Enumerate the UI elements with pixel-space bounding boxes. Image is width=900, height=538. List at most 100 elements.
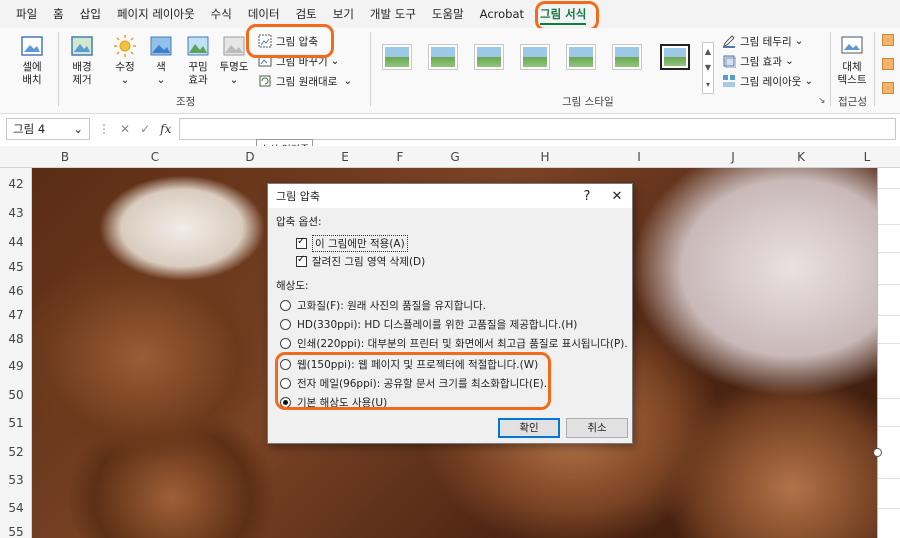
resolution-option-web[interactable]: 웹(150ppi): 웹 페이지 및 프로젝터에 적절합니다.(W) <box>280 357 538 372</box>
chevron-down-icon[interactable]: ▼ <box>705 63 711 72</box>
reset-picture-button[interactable]: 그림 원래대로 ⌄ <box>258 72 352 90</box>
column-header-h[interactable]: H <box>520 146 570 168</box>
ok-button[interactable]: 확인 <box>498 418 560 438</box>
tab-home[interactable]: 홈 <box>45 0 72 28</box>
remove-background-button[interactable]: 배경 제거 <box>64 34 100 87</box>
row-header[interactable]: 48 <box>0 327 32 351</box>
picture-style-6[interactable] <box>612 44 642 70</box>
picture-style-1[interactable] <box>382 44 412 70</box>
change-picture-button[interactable]: 그림 바꾸기 ⌄ <box>258 52 339 70</box>
radio-icon[interactable] <box>280 359 291 370</box>
picture-border-button[interactable]: 그림 테두리 ⌄ <box>722 32 803 50</box>
set-bg-button[interactable]: 셀에 배치 <box>14 34 50 87</box>
row-header[interactable]: 44 <box>0 230 32 254</box>
insert-function-button[interactable]: fx <box>160 122 171 136</box>
row-header[interactable]: 42 <box>0 172 32 196</box>
column-header-c[interactable]: C <box>130 146 180 168</box>
cancel-button[interactable]: 취소 <box>566 418 628 438</box>
compress-pictures-button[interactable]: 그림 압축 <box>258 32 318 50</box>
corrections-button[interactable]: 수정 ⌄ <box>108 34 142 87</box>
close-button[interactable]: ✕ <box>602 189 632 204</box>
delete-cropped-checkbox[interactable]: 잘려진 그림 영역 삭제(D) <box>296 254 425 269</box>
tab-help[interactable]: 도움말 <box>424 0 472 28</box>
tab-acrobat[interactable]: Acrobat <box>472 0 532 28</box>
compress-label: 그림 압축 <box>276 35 318 48</box>
artistic-effects-button[interactable]: 꾸밈 효과 <box>180 34 216 87</box>
picture-style-7[interactable] <box>660 44 690 70</box>
help-button[interactable]: ? <box>572 189 602 204</box>
dialog-launcher-icon[interactable]: ↘ <box>818 96 826 106</box>
arrange-icon[interactable] <box>882 34 894 46</box>
row-header[interactable]: 47 <box>0 303 32 327</box>
row-header[interactable]: 46 <box>0 279 32 303</box>
column-header-l[interactable]: L <box>842 146 892 168</box>
column-header-g[interactable]: G <box>430 146 480 168</box>
tab-data[interactable]: 데이터 <box>240 0 288 28</box>
remove-background-label: 배경 제거 <box>72 61 92 86</box>
picture-style-3[interactable] <box>474 44 504 70</box>
row-header[interactable]: 51 <box>0 411 32 435</box>
radio-selected-icon[interactable] <box>280 397 291 408</box>
chevron-down-icon[interactable]: ⌄ <box>73 122 83 136</box>
resolution-option-hifi[interactable]: 고화질(F): 원래 사진의 품질을 유지합니다. <box>280 298 486 313</box>
row-header[interactable]: 50 <box>0 383 32 407</box>
resize-handle[interactable] <box>873 448 882 457</box>
column-header-j[interactable]: J <box>708 146 758 168</box>
radio-icon[interactable] <box>280 300 291 311</box>
column-header-e[interactable]: E <box>320 146 370 168</box>
tab-developer[interactable]: 개발 도구 <box>362 0 424 28</box>
column-header-b[interactable]: B <box>40 146 90 168</box>
tab-page-layout[interactable]: 페이지 레이아웃 <box>109 0 203 28</box>
row-header[interactable]: 49 <box>0 354 32 378</box>
more-icon[interactable]: ⋮ <box>98 122 110 136</box>
row-header[interactable]: 55 <box>0 520 32 538</box>
resolution-option-print[interactable]: 인쇄(220ppi): 대부분의 프린터 및 화면에서 최고급 품질로 표시됩니… <box>280 336 628 351</box>
more-icon[interactable]: ▾ <box>706 80 710 89</box>
styles-gallery-scroll[interactable]: ▲ ▼ ▾ <box>702 42 714 94</box>
picture-layout-button[interactable]: 그림 레이아웃 ⌄ <box>722 72 813 90</box>
tab-file[interactable]: 파일 <box>8 0 45 28</box>
row-header[interactable]: 53 <box>0 468 32 492</box>
resolution-option-hd[interactable]: HD(330ppi): HD 디스플레이를 위한 고품질을 제공합니다.(H) <box>280 317 577 332</box>
resolution-option-default[interactable]: 기본 해상도 사용(U) <box>280 395 387 410</box>
checkbox-checked-icon[interactable] <box>296 236 307 249</box>
tab-review[interactable]: 검토 <box>288 0 325 28</box>
chevron-down-icon: ⌄ <box>330 55 340 67</box>
enter-icon[interactable]: ✓ <box>140 122 150 136</box>
row-header[interactable]: 45 <box>0 255 32 279</box>
picture-style-2[interactable] <box>428 44 458 70</box>
cancel-icon[interactable]: ✕ <box>120 122 130 136</box>
alt-text-button[interactable]: 대체 텍스트 <box>836 34 868 87</box>
apply-only-checkbox[interactable]: 이 그림에만 적용(A) <box>296 235 408 252</box>
picture-effects-button[interactable]: 그림 효과 ⌄ <box>722 52 794 70</box>
cell-column-l[interactable] <box>877 168 900 538</box>
delete-cropped-label: 잘려진 그림 영역 삭제(D) <box>312 256 426 268</box>
column-header-i[interactable]: I <box>614 146 664 168</box>
row-header[interactable]: 52 <box>0 440 32 464</box>
resolution-option-label: 고화질(F): 원래 사진의 품질을 유지합니다. <box>297 300 487 312</box>
formula-input[interactable] <box>179 118 896 140</box>
radio-icon[interactable] <box>280 319 291 330</box>
column-header-d[interactable]: D <box>225 146 275 168</box>
color-button[interactable]: 색 ⌄ <box>146 34 176 87</box>
tab-formulas[interactable]: 수식 <box>203 0 240 28</box>
radio-icon[interactable] <box>280 378 291 389</box>
transparency-button[interactable]: 투명도 ⌄ <box>216 34 252 87</box>
arrange-icon[interactable] <box>882 82 894 94</box>
checkbox-checked-icon[interactable] <box>296 254 307 267</box>
chevron-up-icon[interactable]: ▲ <box>705 47 711 56</box>
row-header[interactable]: 54 <box>0 496 32 520</box>
picture-style-5[interactable] <box>566 44 596 70</box>
tab-insert[interactable]: 삽입 <box>72 0 109 28</box>
tab-view[interactable]: 보기 <box>325 0 362 28</box>
column-header-k[interactable]: K <box>776 146 826 168</box>
name-box[interactable]: 그림 4 ⌄ <box>6 118 90 140</box>
picture-style-4[interactable] <box>520 44 550 70</box>
tab-picture-format[interactable]: 그림 서식 <box>532 0 594 28</box>
column-header-f[interactable]: F <box>375 146 425 168</box>
resolution-option-label: 웹(150ppi): 웹 페이지 및 프로젝터에 적절합니다.(W) <box>297 359 539 371</box>
arrange-icon[interactable] <box>882 58 894 70</box>
radio-icon[interactable] <box>280 338 291 349</box>
resolution-option-email[interactable]: 전자 메일(96ppi): 공유할 문서 크기를 최소화합니다(E). <box>280 376 547 391</box>
row-header[interactable]: 43 <box>0 201 32 225</box>
